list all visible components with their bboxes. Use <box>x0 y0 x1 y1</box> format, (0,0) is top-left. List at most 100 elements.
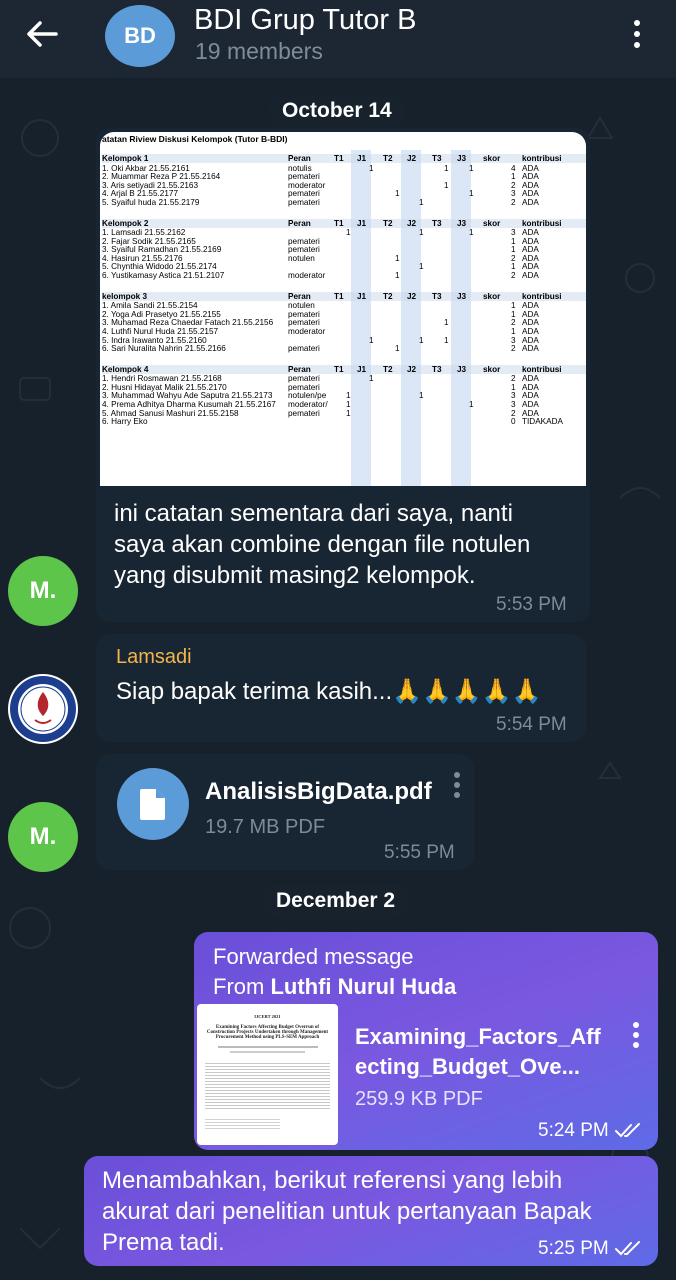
message-time: 5:53 PM <box>496 594 567 615</box>
sender-avatar-logo[interactable] <box>8 674 78 744</box>
forwarded-from-prefix: From <box>213 974 265 999</box>
sheet-header-cell: J3 <box>457 154 467 163</box>
sheet-header-cell: Peran <box>288 218 311 228</box>
message-time-row: 5:24 PM <box>538 1120 643 1142</box>
sheet-header-cell: J2 <box>407 154 417 163</box>
message-text-line: saya akan combine dengan file notulen <box>114 531 531 558</box>
chat-area[interactable]: October 14 atatan Riview Diskusi Kelompo… <box>0 78 676 1280</box>
sheet-header-cell: J3 <box>457 218 467 228</box>
forwarded-file-name[interactable]: Examining_Factors_Aff ecting_Budget_Ove.… <box>355 1022 601 1082</box>
sheet-header-cell: skor <box>483 364 501 374</box>
sender-avatar[interactable]: M. <box>8 802 78 872</box>
sheet-header-cell: kontribusi <box>522 364 562 374</box>
message-time: 5:24 PM <box>538 1120 609 1141</box>
sheet-header-cell: kontribusi <box>522 154 562 163</box>
sheet-header-cell: T1 <box>334 218 344 228</box>
sheet-cell: TIDAKADA <box>522 417 563 427</box>
sheet-cell: 2 <box>511 197 516 207</box>
sheet-header-cell: J1 <box>357 291 367 301</box>
university-seal-icon <box>10 676 76 742</box>
sheet-header-cell: Peran <box>288 364 311 374</box>
sheet-cell: 6. Harry Eko <box>102 417 148 427</box>
group-avatar[interactable]: BD <box>105 5 175 67</box>
file-size: 19.7 MB PDF <box>205 816 326 838</box>
sheet-header-cell: J2 <box>407 364 417 374</box>
sheet-cell: pemateri <box>288 344 320 354</box>
double-check-icon <box>614 1123 640 1138</box>
sheet-cell: 5. Syaiful huda 21.55.2179 <box>102 197 200 207</box>
message-text-line: ini catatan sementara dari saya, nanti <box>114 500 513 527</box>
message-time: 5:55 PM <box>384 842 455 863</box>
sheet-cell: ADA <box>522 197 539 207</box>
sheet-header-cell: T3 <box>432 218 442 228</box>
sheet-header-cell: T2 <box>383 218 393 228</box>
back-button[interactable] <box>26 20 66 50</box>
pdf-thumbnail[interactable]: IJCERT 2021 Examining Factors Affecting … <box>197 1004 338 1145</box>
sheet-cell: pemateri <box>288 197 320 207</box>
sheet-cell: 1 <box>419 197 424 207</box>
sheet-header-cell: T2 <box>383 291 393 301</box>
sheet-header-cell: T1 <box>334 364 344 374</box>
forwarded-label: Forwarded message <box>213 944 414 969</box>
sheet-header-cell: T3 <box>432 364 442 374</box>
sheet-title: atatan Riview Diskusi Kelompok (Tutor B-… <box>102 134 288 144</box>
sheet-header-cell: T1 <box>334 291 344 301</box>
message-time-row: 5:25 PM <box>538 1238 643 1260</box>
forwarded-file-size: 259.9 KB PDF <box>355 1088 483 1110</box>
sheet-cell: 1 <box>395 271 400 280</box>
sheet-header-cell: T1 <box>334 154 344 163</box>
sheet-cell: 1 <box>395 344 400 354</box>
sheet-cell: ADA <box>522 344 539 354</box>
sheet-header-cell: T3 <box>432 291 442 301</box>
sheet-cell: moderator <box>288 271 326 280</box>
sender-avatar[interactable]: M. <box>8 556 78 626</box>
file-options-icon[interactable] <box>631 1022 641 1052</box>
sheet-group-header: Kelompok 2 Peran T1 J1 T2 J2 T3 J3 skor kontribus… <box>102 218 586 228</box>
sheet-cell: ADA <box>522 271 539 280</box>
sheet-header-cell: J3 <box>457 291 467 301</box>
message-text: ini catatan sementara dari saya, nanti s… <box>114 498 584 591</box>
sheet-header-cell: skor <box>483 218 501 228</box>
sheet-group-name: Kelompok 1 <box>102 154 149 163</box>
sheet-header-cell: T3 <box>432 154 442 163</box>
sheet-header-cell: skor <box>483 291 501 301</box>
forwarded-from: From Luthfi Nurul Huda <box>213 974 456 1000</box>
sheet-header-cell: T2 <box>383 154 393 163</box>
sheet-cell: 6. Yustikamasy Astica 21.51.2107 <box>102 271 225 280</box>
thumb-line: IJCERT 2021 <box>254 1014 281 1019</box>
file-name[interactable]: AnalisisBigData.pdf <box>205 778 432 806</box>
message-text-line: yang disubmit masing2 kelompok. <box>114 562 476 589</box>
chat-header: BD BDI Grup Tutor B 19 members <box>0 0 676 78</box>
file-name-line: ecting_Budget_Ove... <box>355 1054 580 1079</box>
chat-title[interactable]: BDI Grup Tutor B <box>194 4 416 37</box>
sheet-row: 6. Yustikamasy Astica 21.51.2107 moderato… <box>102 271 586 280</box>
sheet-cell: 2 <box>511 271 516 280</box>
date-separator: December 2 <box>262 884 410 918</box>
sheet-header-cell: J1 <box>357 154 367 163</box>
sheet-cell: 0 <box>511 417 516 427</box>
sheet-header-cell: J3 <box>457 364 467 374</box>
document-icon[interactable] <box>117 768 189 840</box>
sheet-header-cell: J1 <box>357 364 367 374</box>
sheet-cell: 2 <box>511 344 516 354</box>
sheet-row: 5. Syaiful huda 21.55.2179 pemateri 1 2 ADA <box>102 198 586 207</box>
sheet-row: 6. Harry Eko 0 TIDAKADA <box>102 417 586 426</box>
sheet-header-cell: kontribusi <box>522 218 562 228</box>
sender-name[interactable]: Lamsadi <box>116 646 192 669</box>
sheet-header-cell: J2 <box>407 291 417 301</box>
member-count: 19 members <box>195 38 323 64</box>
sheet-group-name: Kelompok 2 <box>102 218 149 228</box>
sheet-header-cell: skor <box>483 154 501 163</box>
sheet-header-cell: Peran <box>288 154 311 163</box>
sheet-header-cell: J1 <box>357 218 367 228</box>
arrow-left-icon <box>27 21 58 47</box>
sheet-header-cell: T2 <box>383 364 393 374</box>
sheet-group-name: Kelompok 4 <box>102 364 149 374</box>
spreadsheet-image[interactable]: atatan Riview Diskusi Kelompok (Tutor B-… <box>100 132 586 486</box>
forwarded-from-name[interactable]: Luthfi Nurul Huda <box>270 974 456 999</box>
double-check-icon <box>614 1241 640 1256</box>
more-options-button[interactable] <box>622 17 652 53</box>
message-text: Siap bapak terima kasih...🙏🙏🙏🙏🙏 <box>116 678 542 705</box>
sheet-header-cell: Peran <box>288 291 311 301</box>
file-options-icon[interactable] <box>452 772 462 802</box>
